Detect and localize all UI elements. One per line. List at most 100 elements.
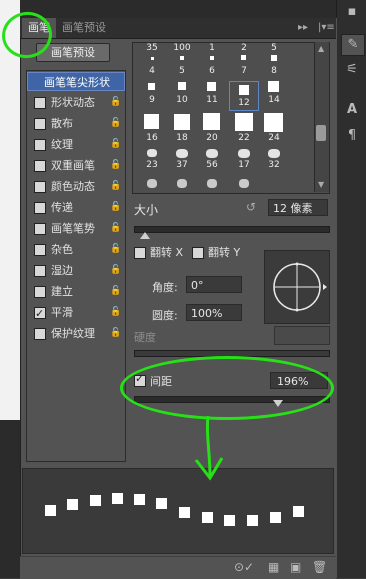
brush-tip-cell[interactable]: [199, 177, 225, 193]
lock-icon[interactable]: 🔓: [110, 135, 121, 154]
brush-size-label: 22: [238, 133, 250, 143]
scroll-down-icon[interactable]: ▼: [318, 180, 324, 189]
history-icon[interactable]: ▪: [341, 2, 363, 22]
checkbox[interactable]: [34, 97, 46, 109]
size-field[interactable]: 12 像素: [268, 199, 328, 216]
list-item-brush-pose[interactable]: 画笔笔势 🔓: [27, 219, 125, 238]
brush-tip-cell[interactable]: [169, 177, 195, 193]
angle-roundness-widget[interactable]: [264, 250, 330, 324]
brush-tip-cell[interactable]: 5: [169, 53, 195, 79]
brush-panel-icon[interactable]: ✎: [341, 34, 365, 56]
brush-tip-cell[interactable]: 20: [199, 113, 225, 143]
brush-tip-cell[interactable]: 22: [231, 113, 257, 143]
checkbox[interactable]: [34, 304, 46, 323]
document-dark-strip: [0, 420, 20, 578]
brush-tip-cell[interactable]: 6: [199, 53, 225, 79]
list-item-wet-edges[interactable]: 湿边 🔓: [27, 261, 125, 280]
roundness-field[interactable]: 100%: [186, 304, 242, 321]
checkbox[interactable]: [34, 160, 46, 172]
sliders-icon[interactable]: ⚟: [341, 60, 363, 80]
brush-tip-cell[interactable]: 24: [261, 113, 287, 143]
size-slider-knob[interactable]: [140, 232, 150, 239]
grid-scroll-thumb[interactable]: [316, 125, 326, 141]
preview-dab: [90, 495, 101, 506]
brush-tip-cell[interactable]: 37: [169, 148, 195, 174]
lock-icon[interactable]: 🔓: [110, 240, 121, 259]
preview-dab: [134, 494, 145, 505]
checkbox[interactable]: [34, 328, 46, 340]
brush-tip-cell[interactable]: 9: [139, 81, 165, 107]
brush-size-label: 56: [206, 160, 218, 170]
trash-icon[interactable]: 🗑: [312, 560, 327, 574]
list-item-protect-texture[interactable]: 保护纹理 🔓: [27, 324, 125, 343]
flip-x-option[interactable]: 翻转 X: [134, 244, 183, 260]
lock-icon[interactable]: 🔓: [110, 282, 121, 301]
list-item-transfer[interactable]: 传递 🔓: [27, 198, 125, 217]
brush-tip-cell[interactable]: 8: [261, 53, 287, 79]
lock-icon[interactable]: 🔓: [110, 219, 121, 238]
flip-x-label: 翻转 X: [150, 246, 184, 259]
brush-tip-cell[interactable]: 17: [231, 148, 257, 174]
paragraph-icon[interactable]: ¶: [341, 126, 363, 146]
brush-tip-cell[interactable]: 4: [139, 53, 165, 79]
list-item-color-dynamics[interactable]: 颜色动态 🔓: [27, 177, 125, 196]
list-item-noise[interactable]: 杂色 🔓: [27, 240, 125, 259]
checkbox[interactable]: [34, 139, 46, 151]
scroll-up-icon[interactable]: ▲: [318, 44, 324, 53]
list-item-texture[interactable]: 纹理 🔓: [27, 135, 125, 154]
brush-size-label: 5: [271, 43, 277, 53]
flip-x-checkbox[interactable]: [134, 247, 146, 259]
lock-icon[interactable]: 🔓: [110, 114, 121, 133]
lock-icon[interactable]: 🔓: [110, 198, 121, 217]
brush-tip-cell[interactable]: 11: [199, 81, 225, 107]
checkbox[interactable]: [34, 202, 46, 214]
brush-tip-cell[interactable]: 14: [261, 81, 287, 107]
checkbox[interactable]: [34, 118, 46, 130]
list-item-label: 传递: [51, 201, 73, 214]
lock-icon[interactable]: 🔓: [110, 177, 121, 196]
size-slider-track[interactable]: [134, 226, 330, 233]
brush-tip-cell[interactable]: [231, 177, 257, 193]
list-item-dual-brush[interactable]: 双重画笔 🔓: [27, 156, 125, 175]
brush-size-label: 23: [146, 160, 158, 170]
brush-tip-cell[interactable]: 56: [199, 148, 225, 174]
checkbox[interactable]: [34, 265, 46, 277]
brush-tip-cell[interactable]: 10: [169, 81, 195, 107]
checkbox[interactable]: [34, 244, 46, 256]
brush-tip-cell[interactable]: [139, 177, 165, 193]
brush-tip-cell[interactable]: 7: [231, 53, 257, 79]
brush-tip-cell[interactable]: 23: [139, 148, 165, 174]
brush-tip-shape-label: 画笔笔尖形状: [44, 76, 110, 89]
checkbox[interactable]: [34, 286, 46, 298]
brush-tip-cell[interactable]: 16: [139, 113, 165, 143]
reset-size-icon[interactable]: ↺: [246, 200, 256, 214]
lock-icon[interactable]: 🔓: [110, 156, 121, 175]
grid-toggle-icon[interactable]: ▦: [268, 560, 279, 574]
list-item-scattering[interactable]: 散布 🔓: [27, 114, 125, 133]
annotation-circle-spacing: [120, 356, 334, 420]
brush-tip-cell[interactable]: 32: [261, 148, 287, 174]
flip-y-option[interactable]: 翻转 Y: [192, 244, 240, 260]
list-item-label: 形状动态: [51, 96, 95, 109]
angle-field[interactable]: 0°: [186, 276, 242, 293]
character-icon[interactable]: A: [341, 100, 363, 120]
panel-menu-icon[interactable]: |▾≡: [318, 18, 335, 38]
lock-icon[interactable]: 🔓: [110, 261, 121, 280]
lock-icon[interactable]: 🔓: [110, 324, 121, 343]
flip-y-checkbox[interactable]: [192, 247, 204, 259]
list-item-build-up[interactable]: 建立 🔓: [27, 282, 125, 301]
list-item-shape-dynamics[interactable]: 形状动态 🔓: [27, 93, 125, 112]
checkbox[interactable]: [34, 223, 46, 235]
lock-icon[interactable]: 🔓: [110, 93, 121, 112]
collapse-icon[interactable]: ▸▸: [298, 18, 308, 38]
toggle-brush-projection-icon[interactable]: ⊙✓: [234, 560, 254, 574]
grid-scrollbar[interactable]: [314, 42, 329, 192]
checkbox[interactable]: [34, 181, 46, 193]
brush-tip-shape-item[interactable]: 画笔笔尖形状: [27, 72, 125, 91]
brush-tip-cell-selected[interactable]: 12: [229, 81, 259, 111]
brush-tip-cell[interactable]: 18: [169, 113, 195, 143]
lock-icon[interactable]: 🔓: [110, 303, 121, 322]
tab-brush-presets[interactable]: 画笔预设: [56, 18, 112, 38]
list-item-smoothing[interactable]: 平滑 🔓: [27, 303, 125, 323]
new-brush-icon[interactable]: ▣: [290, 560, 301, 574]
